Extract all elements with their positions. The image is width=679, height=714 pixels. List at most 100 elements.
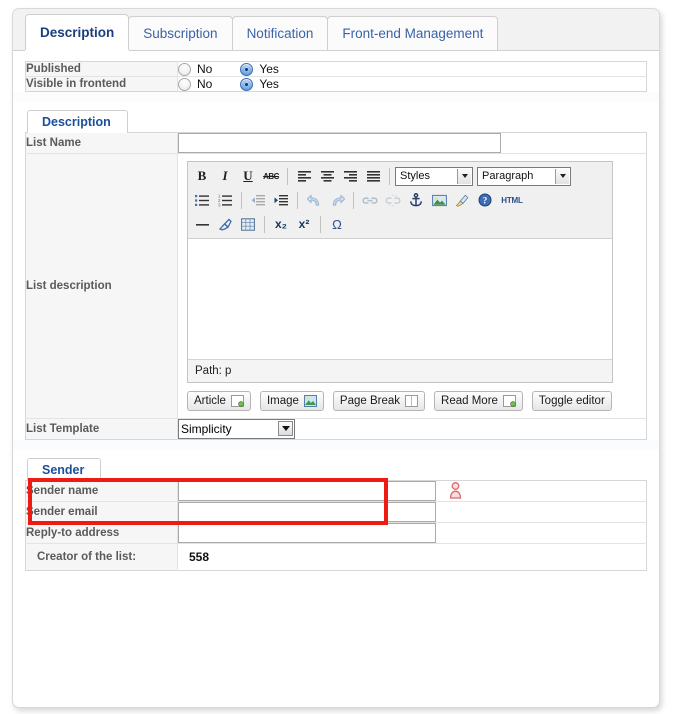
insert-image-button[interactable]: Image xyxy=(259,391,324,411)
toolbar-separator xyxy=(287,167,288,185)
visible-in-frontend-label: Visible in frontend xyxy=(25,76,178,92)
html-source-icon[interactable]: HTML xyxy=(497,190,527,211)
help-icon[interactable]: ? xyxy=(474,190,496,211)
editor-toolbar-row-3: x₂ x² Ω xyxy=(191,212,609,236)
reply-to-address-input[interactable] xyxy=(178,523,436,543)
table-row: Sender name xyxy=(25,480,647,502)
align-left-icon[interactable] xyxy=(293,166,315,187)
creator-of-list-value: 558 xyxy=(189,550,210,564)
align-center-icon[interactable] xyxy=(316,166,338,187)
visible-yes-label: Yes xyxy=(259,77,279,91)
link-icon[interactable] xyxy=(359,190,381,211)
creator-of-list-label: Creator of the list: xyxy=(25,543,178,571)
radio-off-icon[interactable] xyxy=(178,62,191,76)
page-break-button-label: Page Break xyxy=(339,395,401,407)
published-radio-group: No Yes xyxy=(178,62,646,76)
chevron-down-icon xyxy=(457,168,471,184)
horizontal-rule-icon[interactable] xyxy=(191,214,213,235)
insert-article-button[interactable]: Article xyxy=(187,391,251,411)
read-more-icon xyxy=(502,395,516,407)
radio-on-icon[interactable] xyxy=(240,62,254,76)
tab-notification[interactable]: Notification xyxy=(231,16,329,50)
table-row: List Template Simplicity xyxy=(25,418,647,440)
sender-name-label: Sender name xyxy=(25,480,178,502)
tinymce-editor: B I U ABC Styles Paragraph 1 2 3 ? HTML … xyxy=(187,161,613,383)
editor-toolbar-row-2: 123 ? HTML xyxy=(191,188,609,212)
read-more-button-label: Read More xyxy=(441,395,498,407)
description-table: List Name List description B I U ABC Sty… xyxy=(25,132,647,440)
styles-select[interactable]: Styles xyxy=(395,166,473,186)
chevron-down-icon xyxy=(555,168,569,184)
toolbar-separator xyxy=(320,215,321,233)
sender-email-label: Sender email xyxy=(25,501,178,523)
superscript-icon[interactable]: x² xyxy=(293,214,315,235)
radio-on-icon[interactable] xyxy=(240,77,254,91)
toolbar-separator xyxy=(264,215,265,233)
tab-bar: Description Subscription Notification Fr… xyxy=(13,9,659,51)
insert-read-more-button[interactable]: Read More xyxy=(434,391,523,411)
published-label: Published xyxy=(25,61,178,77)
special-character-icon[interactable]: Ω xyxy=(326,214,348,235)
insert-image-icon[interactable] xyxy=(428,190,450,211)
user-select-icon[interactable] xyxy=(449,482,462,499)
published-radio-no[interactable]: No xyxy=(178,62,212,76)
image-icon xyxy=(303,395,317,407)
format-select-value: Paragraph xyxy=(482,170,534,182)
tab-front-end-management[interactable]: Front-end Management xyxy=(327,16,499,50)
format-select[interactable]: Paragraph xyxy=(477,166,571,186)
bullet-list-icon[interactable] xyxy=(191,190,213,211)
table-row: Published No Yes xyxy=(25,61,647,77)
sender-table: Sender name Sender email Reply-to addres… xyxy=(25,480,647,571)
tab-description[interactable]: Description xyxy=(25,14,130,50)
section-divider xyxy=(13,440,659,450)
bold-icon[interactable]: B xyxy=(191,166,213,187)
toggle-editor-button[interactable]: Toggle editor xyxy=(531,391,612,411)
numbered-list-icon[interactable]: 123 xyxy=(214,190,236,211)
toolbar-separator xyxy=(297,191,298,209)
editor-content-area[interactable] xyxy=(188,239,612,359)
radio-off-icon[interactable] xyxy=(178,77,191,91)
list-name-input[interactable] xyxy=(178,133,501,153)
align-justify-icon[interactable] xyxy=(362,166,384,187)
toggle-guidelines-icon[interactable] xyxy=(237,214,259,235)
svg-text:3: 3 xyxy=(218,202,221,207)
subscript-icon[interactable]: x₂ xyxy=(270,214,292,235)
align-right-icon[interactable] xyxy=(339,166,361,187)
list-template-select-wrap: Simplicity xyxy=(178,419,295,439)
tab-panel-description: Published No Yes Visible in frontend No … xyxy=(13,51,659,571)
article-icon xyxy=(230,395,244,407)
redo-icon[interactable] xyxy=(326,190,348,211)
sender-email-input[interactable] xyxy=(178,502,436,522)
tab-subscription[interactable]: Subscription xyxy=(128,16,233,50)
undo-icon[interactable] xyxy=(303,190,325,211)
styles-select-value: Styles xyxy=(400,170,430,182)
anchor-icon[interactable] xyxy=(405,190,427,211)
sender-legend-wrap: Sender xyxy=(13,450,659,481)
editor-status-path: Path: p xyxy=(188,359,612,382)
remove-format-icon[interactable] xyxy=(214,214,236,235)
outdent-icon[interactable] xyxy=(247,190,269,211)
toggle-editor-button-label: Toggle editor xyxy=(538,395,605,407)
page-break-icon xyxy=(405,395,419,407)
visible-no-label: No xyxy=(197,77,213,91)
cleanup-icon[interactable] xyxy=(451,190,473,211)
insert-page-break-button[interactable]: Page Break xyxy=(332,391,426,411)
published-radio-yes[interactable]: Yes xyxy=(240,62,279,76)
strikethrough-icon[interactable]: ABC xyxy=(260,166,282,187)
description-legend-wrap: Description xyxy=(13,102,659,133)
editor-toolbar: B I U ABC Styles Paragraph 1 2 3 ? HTML … xyxy=(188,162,612,239)
visible-radio-yes[interactable]: Yes xyxy=(240,77,279,91)
sender-name-input[interactable] xyxy=(178,481,436,501)
published-no-label: No xyxy=(197,62,213,76)
underline-icon[interactable]: U xyxy=(237,166,259,187)
table-row: Reply-to address xyxy=(25,522,647,544)
reply-to-address-label: Reply-to address xyxy=(25,522,178,544)
italic-icon[interactable]: I xyxy=(214,166,236,187)
unlink-icon[interactable] xyxy=(382,190,404,211)
toolbar-separator xyxy=(241,191,242,209)
table-row: List description B I U ABC Styles Paragr… xyxy=(25,153,647,419)
list-template-select[interactable]: Simplicity xyxy=(178,419,295,439)
indent-icon[interactable] xyxy=(270,190,292,211)
table-row: Sender email xyxy=(25,501,647,523)
visible-radio-no[interactable]: No xyxy=(178,77,212,91)
